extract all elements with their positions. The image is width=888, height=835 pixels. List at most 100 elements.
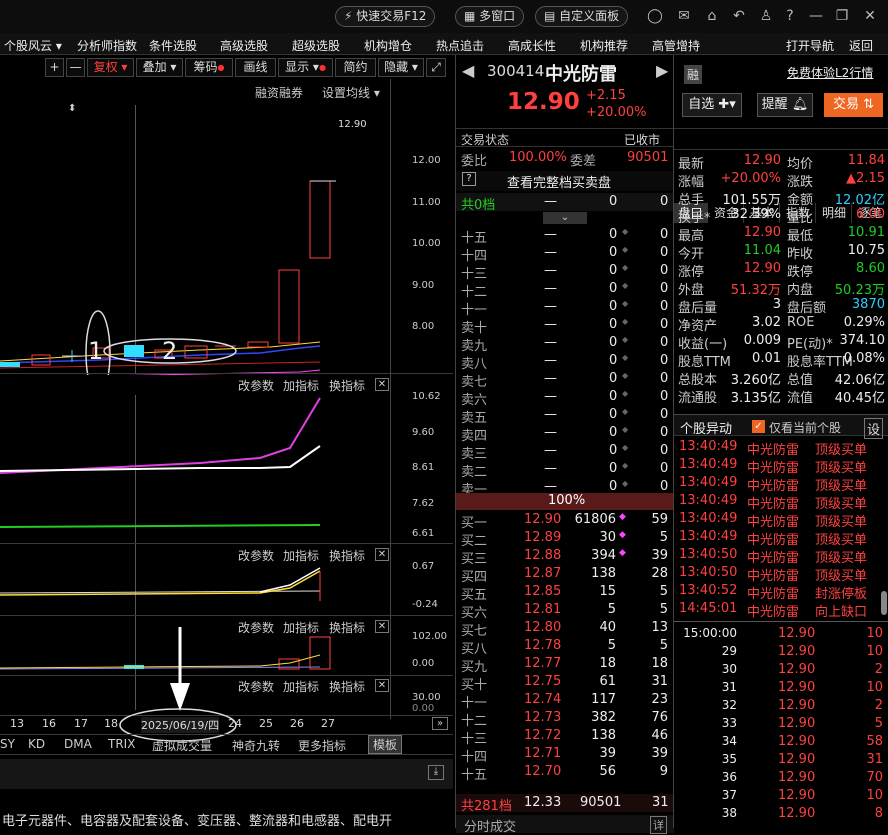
trade-button[interactable]: 交易 ⇅ [824,93,883,117]
sell-level-row[interactable]: 十四 —0 ◆ 0 [456,244,674,264]
sell-level-row[interactable]: 卖五 —0 ◆ 0 [456,406,674,426]
multi-window-button[interactable]: ▦ 多窗口 [455,6,525,27]
full-depth-link[interactable]: 查看完整档买卖盘 [507,172,611,191]
alert-row[interactable]: 13:40:50 中光防雷 顶级买单 [679,564,888,584]
open-nav-link[interactable]: 打开导航 [786,37,834,54]
buy-level-row[interactable]: 买十 12.75 61 31 [456,673,674,693]
sell-level-row[interactable]: 卖二 —0 ◆ 0 [456,460,674,480]
buy-level-row[interactable]: 买五 12.85 15 5 [456,583,674,603]
sell-level-row[interactable]: 卖四 —0 ◆ 0 [456,424,674,444]
sell-level-row[interactable]: 十二 —0 ◆ 0 [456,280,674,300]
buy-level-row[interactable]: 买九 12.77 18 18 [456,655,674,675]
buy-level-row[interactable]: 十五 12.70 56 9 [456,763,674,783]
menu-item-exec-buy[interactable]: 高管增持 [652,37,700,54]
ma-setting-dropdown[interactable]: 设置均线 ▾ [322,84,380,101]
next-stock-arrow-icon[interactable]: ▶ [656,61,668,80]
swap-indicator-button[interactable]: 换指标 [329,547,365,564]
checkbox-checked-icon[interactable]: ✓ [752,420,765,433]
menu-item-growth[interactable]: 高成长性 [508,37,556,54]
menu-item-condition-select[interactable]: 条件选股 [149,37,197,54]
sell-level-row[interactable]: 十一 —0 ◆ 0 [456,298,674,318]
mail-icon[interactable]: ✉ [676,8,692,24]
draw-line-button[interactable]: 画线 [235,58,276,77]
indicator-tab[interactable]: 虚拟成交量 [152,737,212,754]
indicator-tab[interactable]: DMA [64,737,92,751]
swap-indicator-button[interactable]: 换指标 [329,377,365,394]
scroll-right-icon[interactable]: » [432,717,448,730]
close-panel-icon[interactable]: ✕ [375,548,389,561]
restore-right-dropdown[interactable]: 复权 ▾ [87,58,134,77]
close-panel-icon[interactable]: ✕ [375,378,389,391]
indicator-tab[interactable]: TRIX [108,737,135,751]
buy-level-row[interactable]: 买六 12.81 5 5 [456,601,674,621]
sell-level-row[interactable]: 卖八 —0 ◆ 0 [456,352,674,372]
details-button[interactable]: 详 [650,816,667,834]
margin-trading-link[interactable]: 融资融券 [255,84,303,101]
alert-scrollbar[interactable] [881,591,887,615]
add-indicator-button[interactable]: 加指标 [283,377,319,394]
indicator-tab[interactable]: KD [28,737,45,751]
help-icon[interactable]: ? [782,8,798,24]
alert-row[interactable]: 13:40:49 中光防雷 顶级买单 [679,438,888,458]
change-params-button[interactable]: 改参数 [238,377,274,394]
buy-level-row[interactable]: 十二 12.73 382 76 [456,709,674,729]
buy-level-row[interactable]: 买七 12.80 40 13 [456,619,674,639]
undo-icon[interactable]: ↶ [731,8,747,24]
close-panel-icon[interactable]: ✕ [375,679,389,692]
minimize-icon[interactable]: — [808,8,824,24]
zoom-out-button[interactable]: — [66,58,85,77]
menu-item-stock-cloud[interactable]: 个股风云 ▾ [4,37,62,54]
close-panel-icon[interactable]: ✕ [375,620,389,633]
menu-item-advanced-select[interactable]: 高级选股 [220,37,268,54]
prev-stock-arrow-icon[interactable]: ◀ [462,61,474,80]
menu-item-hotspot[interactable]: 热点追击 [436,37,484,54]
zoom-in-button[interactable]: + [45,58,64,77]
change-params-button[interactable]: 改参数 [238,547,274,564]
watchlist-button[interactable]: 自选 ✚▾ [682,93,742,117]
buy-level-row[interactable]: 十三 12.72 138 46 [456,727,674,747]
template-tab[interactable]: 模板 [368,735,403,754]
indicator-tab[interactable]: 神奇九转 [232,737,280,754]
buy-level-row[interactable]: 买四 12.87 138 28 [456,565,674,585]
sell-level-row[interactable]: 卖七 —0 ◆ 0 [456,370,674,390]
alert-row[interactable]: 14:45:01 中光防雷 向上缺口 [679,600,888,620]
quick-trade-button[interactable]: ⚡ 快速交易F12 [335,6,436,27]
indicator-tab[interactable]: SY [0,737,15,751]
buy-level-row[interactable]: 十四 12.71 39 39 [456,745,674,765]
user-icon[interactable]: ◯ [647,8,663,24]
restore-icon[interactable]: ❐ [834,8,850,24]
alert-row[interactable]: 13:40:49 中光防雷 顶级买单 [679,492,888,512]
menu-item-analyst-index[interactable]: 分析师指数 [77,37,137,54]
sell-level-row[interactable]: 卖九 —0 ◆ 0 [456,334,674,354]
add-indicator-button[interactable]: 加指标 [283,547,319,564]
display-dropdown[interactable]: 显示 ▾● [278,58,333,77]
shirt-icon[interactable]: ♙ [758,8,774,24]
change-params-button[interactable]: 改参数 [238,678,274,695]
chips-button[interactable]: 筹码● [185,58,233,77]
alert-settings-button[interactable]: 设 [864,418,884,439]
custom-panel-button[interactable]: ▤ 自定义面板 [535,6,629,27]
alert-row[interactable]: 13:40:49 中光防雷 顶级买单 [679,474,888,494]
overlay-dropdown[interactable]: 叠加 ▾ [136,58,183,77]
alert-row[interactable]: 13:40:49 中光防雷 顶级买单 [679,456,888,476]
buy-level-row[interactable]: 十一 12.74 117 23 [456,691,674,711]
home-icon[interactable]: ⌂ [704,8,720,24]
full-depth-row[interactable]: ? 查看完整档买卖盘 [456,171,674,191]
back-link[interactable]: 返回 [849,37,873,54]
l2-trial-link[interactable]: 免费体验L2行情 [787,64,873,81]
menu-item-inst-add[interactable]: 机构增仓 [364,37,412,54]
buy-level-row[interactable]: 买八 12.78 5 5 [456,637,674,657]
indicator-tab[interactable]: 更多指标 [298,737,346,754]
sell-level-row[interactable]: 十三 —0 ◆ 0 [456,262,674,282]
menu-item-inst-recommend[interactable]: 机构推荐 [580,37,628,54]
buy-level-row[interactable]: 买一 12.90 61806 ◆ 59 [456,511,674,531]
add-indicator-button[interactable]: 加指标 [283,678,319,695]
close-icon[interactable]: ✕ [862,8,878,24]
collapse-chevron-icon[interactable]: ⌄ [543,212,587,224]
sell-level-row[interactable]: 十五 —0 ◆ 0 [456,226,674,246]
sell-level-row[interactable]: 卖三 —0 ◆ 0 [456,442,674,462]
hide-dropdown[interactable]: 隐藏 ▾ [378,58,424,77]
alert-row[interactable]: 13:40:50 中光防雷 顶级买单 [679,546,888,566]
alert-row[interactable]: 13:40:49 中光防雷 顶级买单 [679,510,888,530]
swap-indicator-button[interactable]: 换指标 [329,678,365,695]
